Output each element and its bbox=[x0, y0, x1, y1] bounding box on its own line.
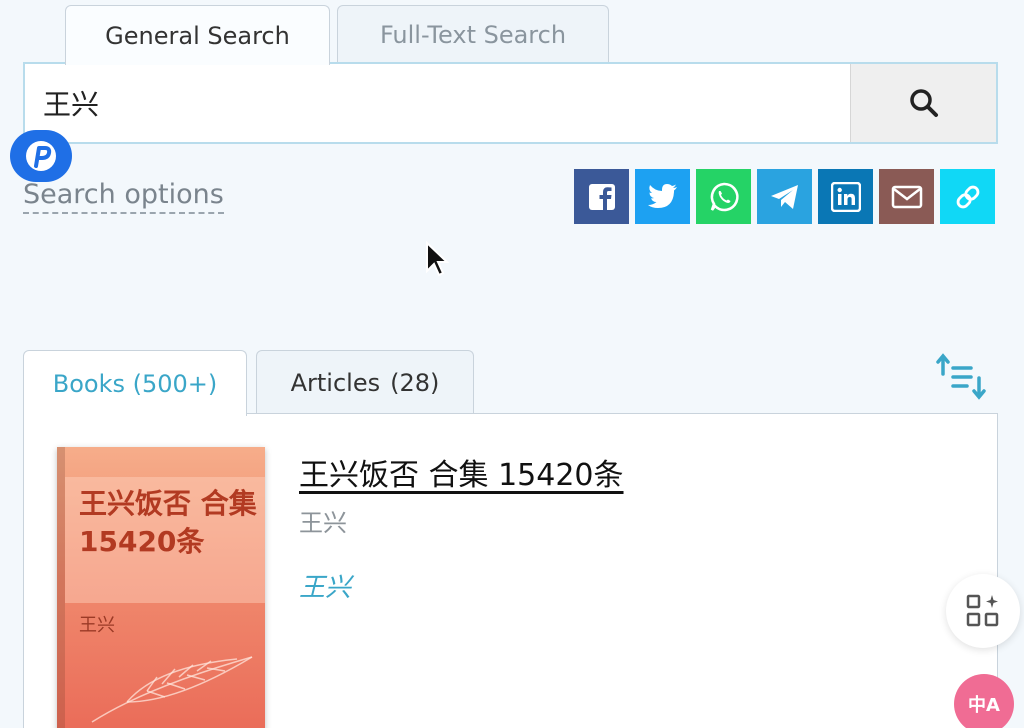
translate-icon: 中A bbox=[968, 695, 1000, 716]
apps-sparkle-icon bbox=[966, 594, 999, 627]
book-title-link[interactable]: 王兴饭否 合集 15420条 bbox=[299, 450, 624, 494]
linkedin-icon bbox=[830, 181, 861, 212]
facebook-icon bbox=[588, 183, 615, 210]
tab-articles-label: Articles bbox=[290, 368, 381, 397]
copy-link-button[interactable] bbox=[940, 169, 995, 224]
book-cover[interactable]: 王兴饭否 合集 15420条 王兴 bbox=[57, 447, 265, 728]
email-icon bbox=[891, 185, 922, 208]
facebook-share-button[interactable] bbox=[574, 169, 629, 224]
search-input[interactable] bbox=[25, 64, 850, 142]
tab-general-search[interactable]: General Search bbox=[65, 5, 330, 65]
search-bar bbox=[23, 62, 998, 144]
tab-books-label: Books (500+) bbox=[52, 369, 218, 398]
twitter-icon bbox=[647, 183, 677, 208]
telegram-icon bbox=[770, 184, 798, 209]
sort-icon[interactable] bbox=[935, 352, 987, 402]
extension-badge[interactable] bbox=[10, 130, 72, 182]
whatsapp-icon bbox=[710, 182, 739, 211]
p-logo-icon bbox=[26, 141, 56, 171]
whatsapp-share-button[interactable] bbox=[696, 169, 751, 224]
tab-books[interactable]: Books (500+) bbox=[23, 350, 247, 416]
linkedin-share-button[interactable] bbox=[818, 169, 873, 224]
book-author-link[interactable]: 王兴 bbox=[299, 567, 351, 604]
mouse-cursor-icon bbox=[426, 241, 449, 277]
telegram-share-button[interactable] bbox=[757, 169, 812, 224]
feather-icon bbox=[91, 656, 253, 723]
cover-author: 王兴 bbox=[79, 615, 115, 636]
share-buttons bbox=[574, 169, 995, 224]
tab-articles-count: (28) bbox=[390, 368, 440, 397]
tab-articles[interactable]: Articles (28) bbox=[256, 350, 474, 414]
link-icon bbox=[956, 185, 979, 208]
tab-full-text-search[interactable]: Full-Text Search bbox=[337, 5, 609, 63]
book-author: 王兴 bbox=[299, 509, 347, 537]
search-icon bbox=[909, 89, 938, 117]
cover-title: 王兴饭否 合集 15420条 bbox=[79, 487, 257, 558]
twitter-share-button[interactable] bbox=[635, 169, 690, 224]
email-share-button[interactable] bbox=[879, 169, 934, 224]
search-options-toggle[interactable]: Search options bbox=[23, 178, 224, 214]
search-button[interactable] bbox=[850, 64, 996, 142]
translate-button[interactable]: 中A bbox=[954, 674, 1014, 728]
cover-spine bbox=[57, 447, 65, 728]
page: General Search Full-Text Search Search o… bbox=[0, 0, 1024, 728]
apps-button[interactable] bbox=[946, 574, 1020, 648]
